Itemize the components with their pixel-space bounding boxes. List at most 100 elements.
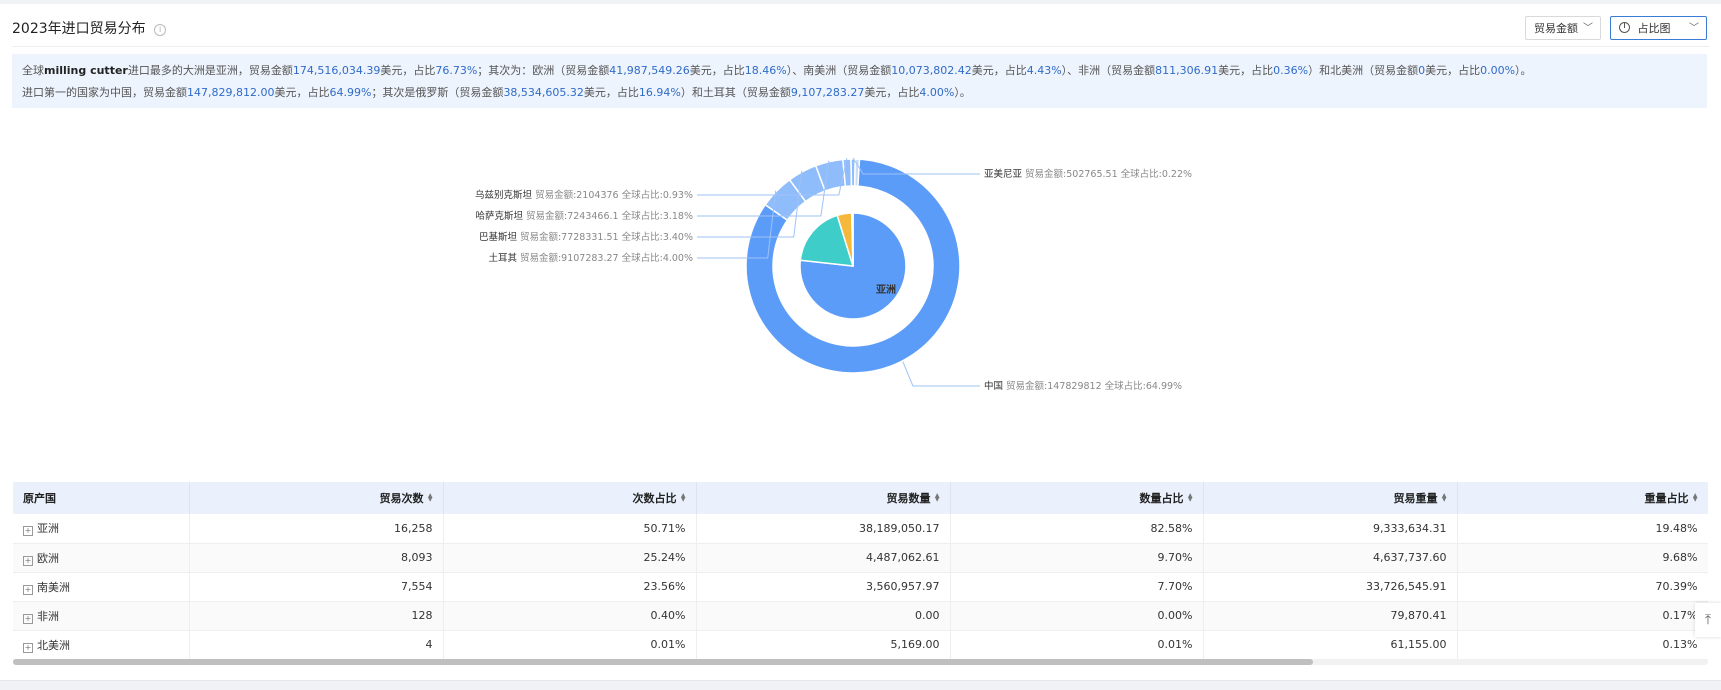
column-header[interactable]: 贸易数量 ▲ ▼ [696,482,951,514]
metric-select-value: 贸易金额 [1534,22,1578,35]
slice-label-amount-label: 贸易金额: [520,252,561,264]
panel-header: 2023年进口贸易分布 i 贸易金额 ﹀ 占比图 ﹀ [12,14,1707,44]
arrow-up-icon: ⤒ [1704,612,1712,628]
panel-title: 2023年进口贸易分布 i [12,18,167,38]
table-cell: 70.39% [1457,572,1708,601]
metric-select[interactable]: 贸易金额 ﹀ [1525,16,1601,40]
expand-row-icon[interactable]: + [23,613,33,624]
horizontal-scrollbar[interactable] [13,659,1708,665]
table-cell-value: 7,554 [401,580,433,593]
table-cell-value: 82.58% [1150,521,1193,535]
summary-text-segment: 进口第一的国家为中国，贸易金额 [22,86,187,99]
summary-text-segment: ；其次为：欧洲（贸易金额 [477,64,610,77]
table-cell: 4,487,062.61 [696,543,951,572]
summary-text-segment: 进口最多的大洲是亚洲，贸易金额 [127,64,293,77]
summary-text-segment: ）、南美洲（贸易金额 [786,64,892,77]
table-cell: 4,637,737.60 [1203,543,1458,572]
slice-label-share-label: 全球占比: [622,210,663,222]
back-to-top-button[interactable]: ⤒ [1695,603,1721,637]
column-header[interactable]: 重量占比 ▲ ▼ [1457,482,1708,514]
slice-label: 亚美尼亚 贸易金额:502765.51 全球占比:0.22% [984,168,1192,180]
table-cell: 82.58% [950,514,1204,543]
sort-icon[interactable]: ▲ ▼ [1441,493,1447,503]
column-header[interactable]: 次数占比 ▲ ▼ [443,482,697,514]
summary-text-segment: 全球 [22,64,44,77]
header-divider [12,46,1709,47]
sort-icon[interactable]: ▲ ▼ [427,493,433,503]
table-row[interactable]: + 北美洲 4 0.01% 5,169.00 0.01% 61,155.00 0.13% [13,630,1708,659]
table-cell: 9.68% [1457,543,1708,572]
sort-icon[interactable]: ▲ ▼ [1692,493,1698,503]
table-cell-value: 欧洲 [37,551,59,565]
summary-text-segment: milling cutter [44,64,128,77]
table-cell-value: 南美洲 [37,580,70,594]
trade-distribution-panel: 2023年进口贸易分布 i 贸易金额 ﹀ 占比图 ﹀ 全球milling cut… [0,4,1721,681]
table-cell: 38,189,050.17 [696,514,951,543]
trade-table-wrapper: 原产国 贸易次数 ▲ ▼ 次数占比 ▲ ▼ 贸易数量 ▲ ▼ 数量占比 ▲ ▼ 贸易重量 ▲ ▼ 重量占比 ▲ ▼ … [13,482,1708,662]
slice-label-name: 亚美尼亚 [984,168,1025,180]
slice-label-amount-label: 贸易金额: [1006,380,1047,392]
chart-view-select[interactable]: 占比图 ﹀ [1610,16,1707,40]
slice-label: 乌兹别克斯坦 贸易金额:2104376 全球占比:0.93% [475,189,693,201]
summary-text-segment: ）。 [954,86,971,99]
slice-label-name: 中国 [984,380,1006,392]
table-cell-value: 4 [425,638,433,651]
summary-line-countries: 进口第一的国家为中国，贸易金额147,829,812.00美元，占比64.99%… [22,82,1697,104]
table-cell: 128 [189,601,444,630]
column-header[interactable]: 贸易次数 ▲ ▼ [189,482,444,514]
slice-label-amount: 9107283.27 [561,253,621,264]
summary-text-segment: ）。 [1515,64,1532,77]
table-cell-value: 8,093 [401,551,433,564]
expand-row-icon[interactable]: + [23,584,33,595]
table-row[interactable]: + 亚洲 16,258 50.71% 38,189,050.17 82.58% 9,333,… [13,514,1708,543]
table-cell-value: 79,870.41 [1390,609,1447,622]
table-cell: 4 [189,630,444,659]
summary-text-segment: 174,516,034.39 [292,64,381,77]
table-cell: 33,726,545.91 [1203,572,1458,601]
table-cell: 0.00% [950,601,1204,630]
table-row[interactable]: + 欧洲 8,093 25.24% 4,487,062.61 9.70% 4,637,737… [13,543,1708,572]
sort-icon[interactable]: ▲ ▼ [1187,493,1193,503]
table-cell: + 北美洲 [13,630,190,659]
slice-label: 巴基斯坦 贸易金额:7728331.51 全球占比:3.40% [479,231,693,243]
sort-icon[interactable]: ▲ ▼ [934,493,940,503]
panel-title-text: 2023年进口贸易分布 [12,21,146,37]
table-cell-value: 0.00 [915,609,940,622]
table-row[interactable]: + 非洲 128 0.40% 0.00 0.00% 79,870.41 0.17% [13,601,1708,630]
slice-label-share: 4.00% [663,253,693,264]
table-cell: + 亚洲 [13,514,190,543]
expand-row-icon[interactable]: + [23,555,33,566]
table-cell: 7,554 [189,572,444,601]
sort-icon[interactable]: ▲ ▼ [680,493,686,503]
slice-label-amount-label: 贸易金额: [520,231,561,243]
slice-label-share: 64.99% [1146,381,1182,392]
table-cell: 9.70% [950,543,1204,572]
scrollbar-thumb[interactable] [13,659,1313,665]
info-icon[interactable]: i [154,24,167,36]
summary-text-segment: 美元，占比 [380,64,436,77]
summary-text-segment: ；其次是俄罗斯（贸易金额 [371,86,504,99]
expand-row-icon[interactable]: + [23,642,33,653]
summary-text-segment: 811,306.91 [1155,64,1219,77]
outer-ring-others[interactable] [853,158,861,187]
expand-row-icon[interactable]: + [23,526,33,537]
summary-text-segment: 64.99% [329,86,372,99]
column-header[interactable]: 数量占比 ▲ ▼ [950,482,1204,514]
table-cell: 61,155.00 [1203,630,1458,659]
table-row[interactable]: + 南美洲 7,554 23.56% 3,560,957.97 7.70% 33,726,5… [13,572,1708,601]
summary-text-segment: 41,987,549.26 [609,64,690,77]
chevron-down-icon: ﹀ [1689,23,1699,34]
table-cell-value: 61,155.00 [1390,638,1447,651]
label-leader-line [902,361,980,387]
slice-label-amount: 502765.51 [1066,169,1120,180]
table-cell: + 南美洲 [13,572,190,601]
summary-text-segment: 美元，占比 [1218,64,1274,77]
slice-label: 哈萨克斯坦 贸易金额:7243466.1 全球占比:3.18% [475,210,693,222]
slice-label-share: 3.18% [663,211,693,222]
column-header: 原产国 [13,482,190,514]
table-cell-value: 4,637,737.60 [1373,551,1447,564]
table-cell: 5,169.00 [696,630,951,659]
slice-label-name: 乌兹别克斯坦 [475,189,535,201]
column-header[interactable]: 贸易重量 ▲ ▼ [1203,482,1458,514]
table-cell-value: 0.13% [1662,638,1698,651]
